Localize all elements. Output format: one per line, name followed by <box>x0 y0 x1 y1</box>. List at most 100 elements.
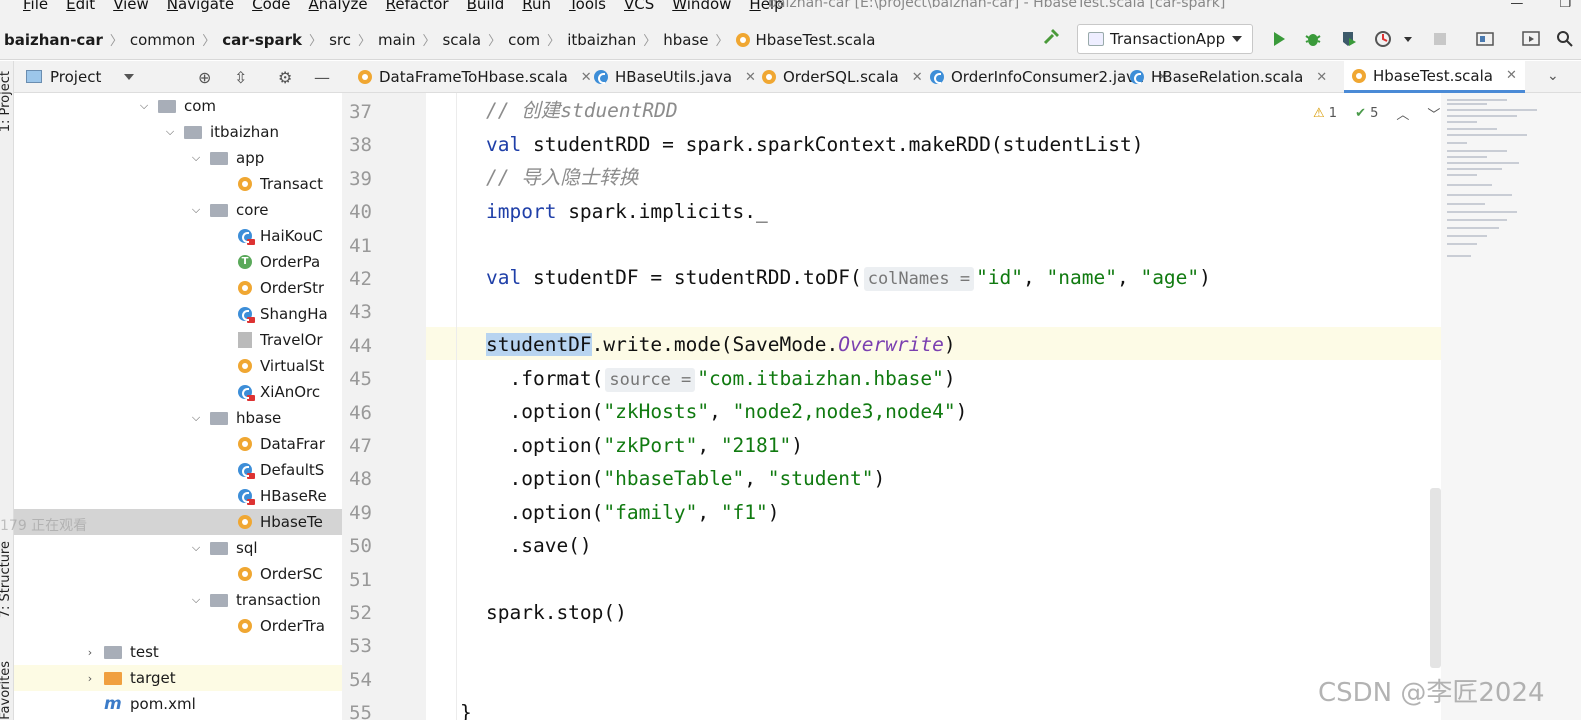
tree-item[interactable]: › target <box>14 665 342 691</box>
project-structure-icon[interactable] <box>1476 30 1494 48</box>
warning-count[interactable]: ⚠ 1 <box>1313 106 1337 121</box>
breadcrumb-item[interactable]: main <box>378 31 419 49</box>
close-icon[interactable]: ✕ <box>1316 70 1327 85</box>
tree-item[interactable]: Transact <box>14 171 342 197</box>
more-run-options-icon[interactable] <box>1404 37 1412 42</box>
minimap-line <box>1447 243 1477 245</box>
stop-icon[interactable] <box>1431 30 1449 48</box>
profiler-icon[interactable] <box>1374 30 1392 48</box>
run-configuration-select[interactable]: TransactionApp <box>1077 24 1253 54</box>
tree-item[interactable]: ⌵ hbase <box>14 405 342 431</box>
chevron-down-icon[interactable]: ⌵ <box>138 99 150 113</box>
menu-window[interactable]: Window <box>663 0 740 13</box>
next-highlight-icon[interactable]: ﹀ <box>1427 104 1440 123</box>
tree-item[interactable]: m pom.xml <box>14 691 342 717</box>
tree-item[interactable]: XiAnOrc <box>14 379 342 405</box>
build-hammer-icon[interactable] <box>1043 28 1061 46</box>
menu-file[interactable]: File <box>14 0 57 13</box>
locate-target-icon[interactable]: ⊕ <box>198 68 211 87</box>
tree-item[interactable]: OrderTra <box>14 613 342 639</box>
project-tool-tab[interactable]: 1: Project <box>0 71 13 132</box>
chevron-down-icon[interactable]: ⌵ <box>190 203 202 217</box>
breadcrumb-item[interactable]: com <box>508 31 544 49</box>
search-icon[interactable] <box>1556 30 1574 48</box>
tree-item[interactable]: T OrderPa <box>14 249 342 275</box>
tree-item[interactable]: DataFrar <box>14 431 342 457</box>
minimap[interactable] <box>1441 93 1581 720</box>
hide-panel-icon[interactable]: — <box>314 68 330 87</box>
tree-item[interactable]: ⌵ sql <box>14 535 342 561</box>
code-editor[interactable]: // 创建stduentRDD val studentRDD = spark.s… <box>426 93 1441 720</box>
run-icon[interactable] <box>1270 30 1288 48</box>
minimap-line <box>1447 226 1499 229</box>
menu-refactor[interactable]: Refactor <box>377 0 458 13</box>
chevron-down-icon[interactable]: ⌵ <box>190 593 202 607</box>
tab-dataframetohbase-scala[interactable]: DataFrameToHbase.scala ✕ <box>350 61 600 93</box>
menu-items: File Edit View Navigate Code Analyze Refactor B… <box>14 0 793 13</box>
tree-item[interactable]: ⌵ transaction <box>14 587 342 613</box>
tab-ordersql-scala[interactable]: OrderSQL.scala ✕ <box>754 61 931 93</box>
menu-edit[interactable]: Edit <box>57 0 104 13</box>
tree-item[interactable]: ShangHa <box>14 301 342 327</box>
maximize-icon[interactable]: ❐ <box>1559 0 1571 11</box>
structure-tool-tab[interactable]: 7: Structure <box>0 541 13 618</box>
breadcrumb-item[interactable]: baizhan-car <box>4 31 107 49</box>
tree-item[interactable]: ⌵ itbaizhan <box>14 119 342 145</box>
favorites-tool-tab[interactable]: Favorites <box>0 661 13 720</box>
tree-item[interactable]: › test <box>14 639 342 665</box>
menu-build[interactable]: Build <box>458 0 514 13</box>
chevron-down-icon[interactable]: ⌵ <box>190 151 202 165</box>
tree-item[interactable]: ⌵ core <box>14 197 342 223</box>
breadcrumb-item[interactable]: hbase <box>663 31 712 49</box>
collapse-all-icon[interactable]: ⇳ <box>234 68 247 87</box>
menu-run[interactable]: Run <box>513 0 560 13</box>
minimize-icon[interactable]: — <box>1510 0 1523 11</box>
tree-item[interactable]: HBaseRe <box>14 483 342 509</box>
debug-icon[interactable] <box>1304 30 1322 48</box>
gear-icon[interactable]: ⚙ <box>278 68 292 87</box>
code-line-37: // 创建stduentRDD <box>486 99 678 122</box>
breadcrumb-item[interactable]: scala <box>442 31 485 49</box>
tree-item[interactable]: OrderSC <box>14 561 342 587</box>
breadcrumb-item[interactable]: common <box>130 31 199 49</box>
previous-highlight-icon[interactable]: ︿ <box>1396 104 1409 123</box>
tree-item[interactable]: HaiKouC <box>14 223 342 249</box>
chevron-down-icon[interactable] <box>124 74 134 80</box>
tab-hbaserelation-scala[interactable]: HBaseRelation.scala ✕ <box>1122 61 1335 93</box>
chevron-down-icon[interactable]: ⌵ <box>190 411 202 425</box>
chevron-down-icon[interactable]: ⌵ <box>190 541 202 555</box>
tab-hbaseutils-java[interactable]: HBaseUtils.java ✕ <box>586 61 764 93</box>
menu-view[interactable]: View <box>104 0 158 13</box>
tree-item[interactable]: VirtualSt <box>14 353 342 379</box>
project-view-select[interactable]: Project <box>50 68 101 86</box>
menu-vcs[interactable]: VCS <box>615 0 663 13</box>
menu-analyze[interactable]: Analyze <box>300 0 377 13</box>
close-icon[interactable]: ✕ <box>912 70 923 85</box>
close-icon[interactable]: ✕ <box>1506 68 1517 83</box>
tree-item[interactable]: OrderStr <box>14 275 342 301</box>
code-line-42: val studentDF = studentRDD.toDF(colNames… <box>486 266 1211 291</box>
menu-tools[interactable]: Tools <box>560 0 615 13</box>
breadcrumb-item[interactable]: itbaizhan <box>567 31 640 49</box>
breadcrumb-file[interactable]: HbaseTest.scala <box>735 31 880 49</box>
tree-item[interactable]: DefaultS <box>14 457 342 483</box>
tree-item[interactable]: ⌵ com <box>14 93 342 119</box>
ok-count[interactable]: ✔ 5 <box>1355 106 1378 121</box>
tab-overflow-icon[interactable]: ⌄ <box>1547 68 1559 84</box>
breadcrumb-item[interactable]: car-spark <box>222 31 306 49</box>
code-line-38: val studentRDD = spark.sparkContext.make… <box>486 133 1144 156</box>
tree-item[interactable]: TravelOr <box>14 327 342 353</box>
chevron-down-icon[interactable]: ⌵ <box>164 125 176 139</box>
tab-hbasetest-scala[interactable]: HbaseTest.scala ✕ <box>1344 61 1525 93</box>
inspection-widget[interactable]: ⚠ 1 ✔ 5 ︿ ﹀ <box>1313 104 1440 123</box>
menu-navigate[interactable]: Navigate <box>158 0 243 13</box>
coverage-icon[interactable] <box>1340 30 1358 48</box>
presentation-icon[interactable] <box>1522 30 1540 48</box>
minimap-line <box>1447 127 1497 130</box>
breadcrumb-item[interactable]: src <box>329 31 355 49</box>
vertical-scrollbar[interactable] <box>1430 488 1441 668</box>
tree-item[interactable]: ⌵ app <box>14 145 342 171</box>
chevron-right-icon[interactable]: › <box>84 646 96 659</box>
chevron-right-icon[interactable]: › <box>84 672 96 685</box>
menu-code[interactable]: Code <box>243 0 299 13</box>
